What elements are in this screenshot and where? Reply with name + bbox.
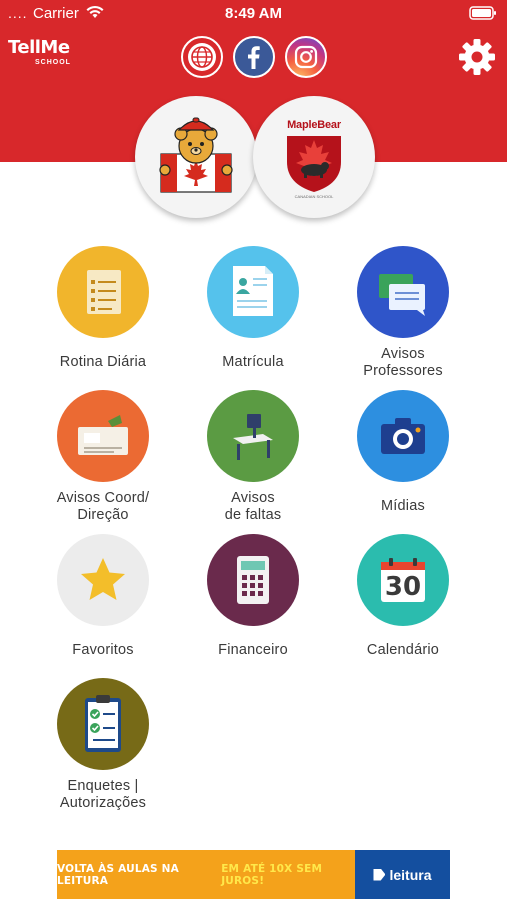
camera-icon: [381, 418, 425, 454]
menu-enquetes-autorizacoes[interactable]: Enquetes | Autorizações: [28, 678, 178, 812]
school-desk-icon: [233, 414, 273, 460]
school-logo-canada[interactable]: [135, 96, 257, 218]
menu-midias[interactable]: Mídias: [328, 390, 478, 515]
instagram-icon: [294, 45, 318, 69]
app-logo: TellMe SCHOOL: [8, 38, 71, 67]
calendar-day-number: 30: [384, 572, 422, 602]
enquetes-label-1: Enquetes |: [67, 778, 139, 794]
facebook-button[interactable]: [233, 36, 275, 78]
favoritos-circle: [57, 534, 149, 626]
pinned-note-icon: [78, 415, 128, 455]
facebook-icon: [248, 46, 260, 69]
promo-banner[interactable]: VOLTA ÀS AULAS NA LEITURA EM ATÉ 10X SEM…: [57, 850, 450, 899]
avisos-coord-circle: [57, 390, 149, 482]
promo-brand: leitura: [355, 850, 450, 899]
rotina-circle: [57, 246, 149, 338]
maplebear-subtext: CANADIAN SCHOOL: [294, 194, 334, 199]
menu-financeiro[interactable]: Financeiro: [178, 534, 328, 659]
midias-label: Mídias: [381, 498, 425, 514]
instagram-button[interactable]: [285, 36, 327, 78]
promo-text: VOLTA ÀS AULAS NA LEITURA EM ATÉ 10X SEM…: [57, 850, 355, 899]
avisos-faltas-label-1: Avisos: [231, 490, 275, 506]
avisos-prof-circle: [357, 246, 449, 338]
clock: 8:49 AM: [225, 5, 282, 22]
menu-favoritos[interactable]: Favoritos: [28, 534, 178, 659]
promo-main-text: VOLTA ÀS AULAS NA LEITURA: [57, 862, 179, 887]
school-logo-maplebear[interactable]: MapleBear CANADIAN SCHOOL: [253, 96, 375, 218]
maple-leaf-shield-icon: [287, 136, 341, 192]
avisos-faltas-circle: [207, 390, 299, 482]
leitura-logo-icon: [373, 868, 386, 881]
menu-avisos-de-faltas[interactable]: Avisos de faltas: [178, 390, 328, 524]
calendario-circle: 30: [357, 534, 449, 626]
menu-matricula[interactable]: Matrícula: [178, 246, 328, 371]
avisos-prof-label-2: Professores: [363, 363, 443, 379]
logo-subtext: SCHOOL: [35, 59, 71, 66]
calculator-icon: [237, 556, 269, 604]
menu-rotina-diaria[interactable]: Rotina Diária: [28, 246, 178, 371]
favoritos-label: Favoritos: [72, 642, 134, 658]
status-bar: .... Carrier 8:49 AM: [0, 0, 507, 28]
midias-circle: [357, 390, 449, 482]
enquetes-label-2: Autorizações: [59, 795, 147, 811]
logo-text: TellMe: [8, 37, 70, 58]
globe-icon: [188, 43, 216, 71]
menu-avisos-coord-direcao[interactable]: Avisos Coord/ Direção: [28, 390, 178, 524]
star-icon: [81, 558, 125, 600]
calendario-label: Calendário: [366, 642, 440, 658]
bear-mascot-icon: [159, 117, 233, 193]
financeiro-circle: [207, 534, 299, 626]
matricula-circle: [207, 246, 299, 338]
checklist-icon: [87, 270, 121, 314]
promo-brand-text: leitura: [389, 866, 432, 883]
chat-bubbles-icon: [379, 274, 425, 316]
avisos-coord-label-2: Direção: [77, 507, 129, 523]
website-button[interactable]: [181, 36, 223, 78]
menu-avisos-professores[interactable]: Avisos Professores: [328, 246, 478, 380]
avisos-prof-label-1: Avisos: [381, 346, 425, 362]
promo-highlight-text: EM ATÉ 10X SEM JUROS!: [221, 862, 323, 887]
financeiro-label: Financeiro: [218, 642, 288, 658]
avisos-faltas-label-2: de faltas: [224, 507, 282, 523]
gear-icon: [459, 39, 495, 75]
matricula-label: Matrícula: [222, 354, 284, 370]
avisos-coord-label-1: Avisos Coord/: [56, 490, 150, 506]
settings-button[interactable]: [458, 38, 496, 76]
enquetes-circle: [57, 678, 149, 770]
document-id-icon: [233, 266, 273, 316]
clipboard-check-icon: [85, 695, 121, 752]
rotina-label: Rotina Diária: [59, 354, 147, 370]
battery-icon: [469, 6, 497, 24]
menu-calendario[interactable]: 30 Calendário: [328, 534, 478, 659]
